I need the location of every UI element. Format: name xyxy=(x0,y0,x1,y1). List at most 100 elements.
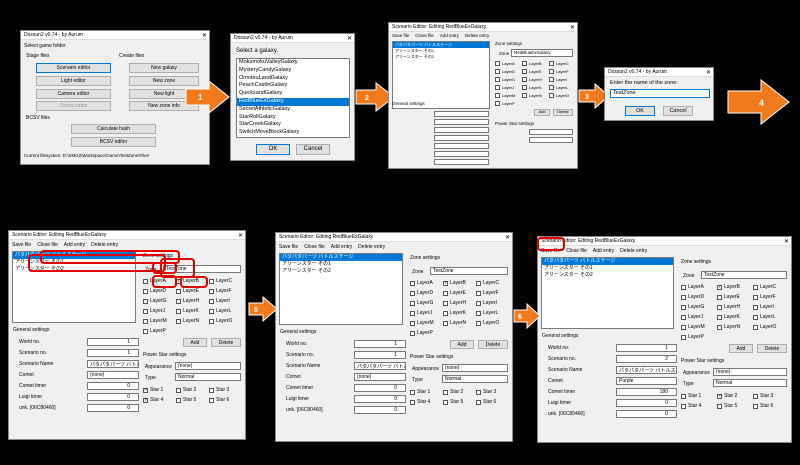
menu-save-file[interactable]: Save file xyxy=(392,33,409,38)
layer-checkbox[interactable]: LayerE xyxy=(176,288,199,294)
scenario-name-field[interactable]: パタパタパーツ バトルステージ xyxy=(87,360,139,368)
layer-checkbox[interactable]: LayerE xyxy=(443,290,466,296)
bcsv-editor-button[interactable]: BCSV editor xyxy=(71,137,156,147)
layer-checkbox[interactable]: LayerH xyxy=(443,300,466,306)
layer-checkbox[interactable]: LayerG xyxy=(410,300,433,306)
star-checkbox[interactable]: Star 1 xyxy=(681,393,701,399)
star-checkbox[interactable]: Star 4 xyxy=(681,403,701,409)
cancel-button[interactable]: Cancel xyxy=(296,144,330,155)
layer-checkbox[interactable]: LayerO xyxy=(753,324,776,330)
close-icon[interactable]: ✕ xyxy=(202,32,207,39)
layer-checkbox[interactable]: LayerF xyxy=(209,288,232,294)
type-select[interactable]: Normal xyxy=(442,375,508,383)
scenario-no-field[interactable] xyxy=(434,119,489,125)
star-checkbox[interactable]: ✓ Star 2 xyxy=(717,393,737,399)
layer-checkbox[interactable]: LayerG xyxy=(143,298,166,304)
list-item[interactable]: パタパタパーツ バトルステージ xyxy=(280,254,402,261)
list-item[interactable]: StarCreekGalaxy xyxy=(237,121,349,129)
list-item[interactable]: SwitchMoveBlockGalaxy xyxy=(237,129,349,137)
layer-checkbox[interactable]: LayerI xyxy=(549,77,567,82)
layer-checkbox[interactable]: LayerF xyxy=(476,290,499,296)
list-item[interactable]: MokumokuValleyGalaxy xyxy=(237,59,349,67)
list-item[interactable]: MysteryCandyGalaxy xyxy=(237,67,349,75)
world-no-field[interactable] xyxy=(434,111,489,117)
layer-checkbox[interactable]: LayerD xyxy=(495,69,515,74)
luigi-timer-field[interactable] xyxy=(434,151,489,157)
star-checkbox[interactable]: Star 3 xyxy=(753,393,773,399)
new-galaxy-button[interactable]: New galaxy xyxy=(129,63,199,73)
unk-field[interactable] xyxy=(434,159,489,165)
layer-checkbox[interactable]: LayerJ xyxy=(410,310,432,316)
layer-checkbox[interactable]: LayerH xyxy=(522,77,542,82)
delete-zone-button[interactable]: Delete xyxy=(757,344,787,353)
scenario-name-field[interactable]: パタパタパーツ バトルステージ xyxy=(616,366,677,374)
luigi-timer-field[interactable]: 0 xyxy=(354,395,406,403)
list-item[interactable]: アリーンスター その1 xyxy=(542,265,673,272)
close-icon[interactable]: ✕ xyxy=(347,35,352,42)
layer-checkbox[interactable]: LayerD xyxy=(143,288,166,294)
menu-close-file[interactable]: Close file xyxy=(566,248,587,254)
scenario-no-field[interactable]: 1 xyxy=(354,351,406,359)
star-checkbox[interactable]: Star 5 xyxy=(443,399,463,405)
layer-checkbox[interactable]: LayerO xyxy=(476,320,499,326)
layer-checkbox[interactable]: LayerM xyxy=(410,320,434,326)
layer-checkbox[interactable]: LayerM xyxy=(495,93,515,98)
list-item[interactable]: QuicksandGalaxy xyxy=(237,90,349,98)
layer-checkbox[interactable]: LayerI xyxy=(753,304,774,310)
scenario-list[interactable]: パタパタパーツ バトルステージ アリーンスター その1 アリーンスター その2 xyxy=(392,41,490,109)
appearance-select[interactable]: (none) xyxy=(175,362,241,370)
delete-zone-button[interactable]: Delete xyxy=(553,109,573,116)
layer-checkbox[interactable]: LayerF xyxy=(549,69,568,74)
close-icon[interactable]: ✕ xyxy=(706,69,711,76)
star-checkbox[interactable]: Star 5 xyxy=(176,397,196,403)
ok-button[interactable]: OK xyxy=(256,144,290,155)
light-editor-button[interactable]: Light editor xyxy=(36,76,111,86)
layer-checkbox[interactable]: LayerN xyxy=(717,324,740,330)
star-checkbox[interactable]: Star 6 xyxy=(753,403,773,409)
add-zone-button[interactable]: Add xyxy=(450,340,474,349)
menu-add-entry[interactable]: Add entry xyxy=(440,33,459,38)
delete-zone-button[interactable]: Delete xyxy=(211,338,241,347)
layer-checkbox[interactable]: ✓ LayerB xyxy=(443,280,466,286)
add-zone-button[interactable]: Add xyxy=(729,344,753,353)
comet-field[interactable]: (none) xyxy=(354,373,406,381)
layer-checkbox[interactable]: LayerI xyxy=(476,300,497,306)
list-item[interactable]: アリーンスター その1 xyxy=(280,261,402,268)
list-item[interactable]: StarRollGalaxy xyxy=(237,114,349,122)
world-no-field[interactable]: 1 xyxy=(87,338,139,346)
layer-checkbox[interactable]: LayerD xyxy=(681,294,704,300)
scenario-list[interactable]: パタパタパーツ バトルステージ アリーンスター その1 アリーンスター その2 xyxy=(279,253,403,325)
comet-field[interactable]: Purple xyxy=(616,377,677,385)
comet-timer-field[interactable]: 180 xyxy=(616,388,677,396)
star-checkbox[interactable]: Star 2 xyxy=(443,389,463,395)
menu-close-file[interactable]: Close file xyxy=(37,242,58,248)
unk-field[interactable]: 0 xyxy=(616,410,677,418)
layer-checkbox[interactable]: LayerC xyxy=(549,61,569,66)
layer-checkbox[interactable]: LayerO xyxy=(209,318,232,324)
type-select[interactable]: Normal xyxy=(175,373,241,381)
menu-add-entry[interactable]: Add entry xyxy=(331,244,352,250)
list-item[interactable]: RedBlueExGalaxy xyxy=(237,97,349,106)
list-item[interactable]: OmoteuLandGalaxy xyxy=(237,75,349,83)
cancel-button[interactable]: Cancel xyxy=(663,106,693,116)
layer-checkbox[interactable]: LayerM xyxy=(143,318,167,324)
scenario-list[interactable]: パタパタパーツ バトルステージ アリーンスター その1 アリーンスター その2 xyxy=(541,257,674,329)
list-item[interactable]: アリーンスター その2 xyxy=(542,272,673,279)
star-checkbox[interactable]: Star 2 xyxy=(176,387,196,393)
star-checkbox[interactable]: Star 6 xyxy=(476,399,496,405)
scenario-no-field[interactable]: 1 xyxy=(87,349,139,357)
layer-checkbox[interactable]: LayerA xyxy=(495,61,515,66)
layer-checkbox[interactable]: LayerF xyxy=(753,294,776,300)
add-zone-button[interactable]: Add xyxy=(183,338,207,347)
close-icon[interactable]: ✕ xyxy=(570,24,575,31)
layer-checkbox[interactable]: LayerM xyxy=(681,324,705,330)
calculate-hash-button[interactable]: Calculate hash xyxy=(71,124,156,134)
layer-checkbox[interactable]: LayerA xyxy=(681,284,704,290)
layer-checkbox[interactable]: LayerC xyxy=(209,278,232,284)
star-checkbox[interactable]: ✓ Star 1 xyxy=(143,387,163,393)
menu-save-file[interactable]: Save file xyxy=(279,244,298,250)
comet-field[interactable]: (none) xyxy=(87,371,139,379)
layer-checkbox[interactable]: LayerK xyxy=(717,314,740,320)
luigi-timer-field[interactable]: 0 xyxy=(87,393,139,401)
layer-checkbox[interactable]: LayerL xyxy=(476,310,498,316)
